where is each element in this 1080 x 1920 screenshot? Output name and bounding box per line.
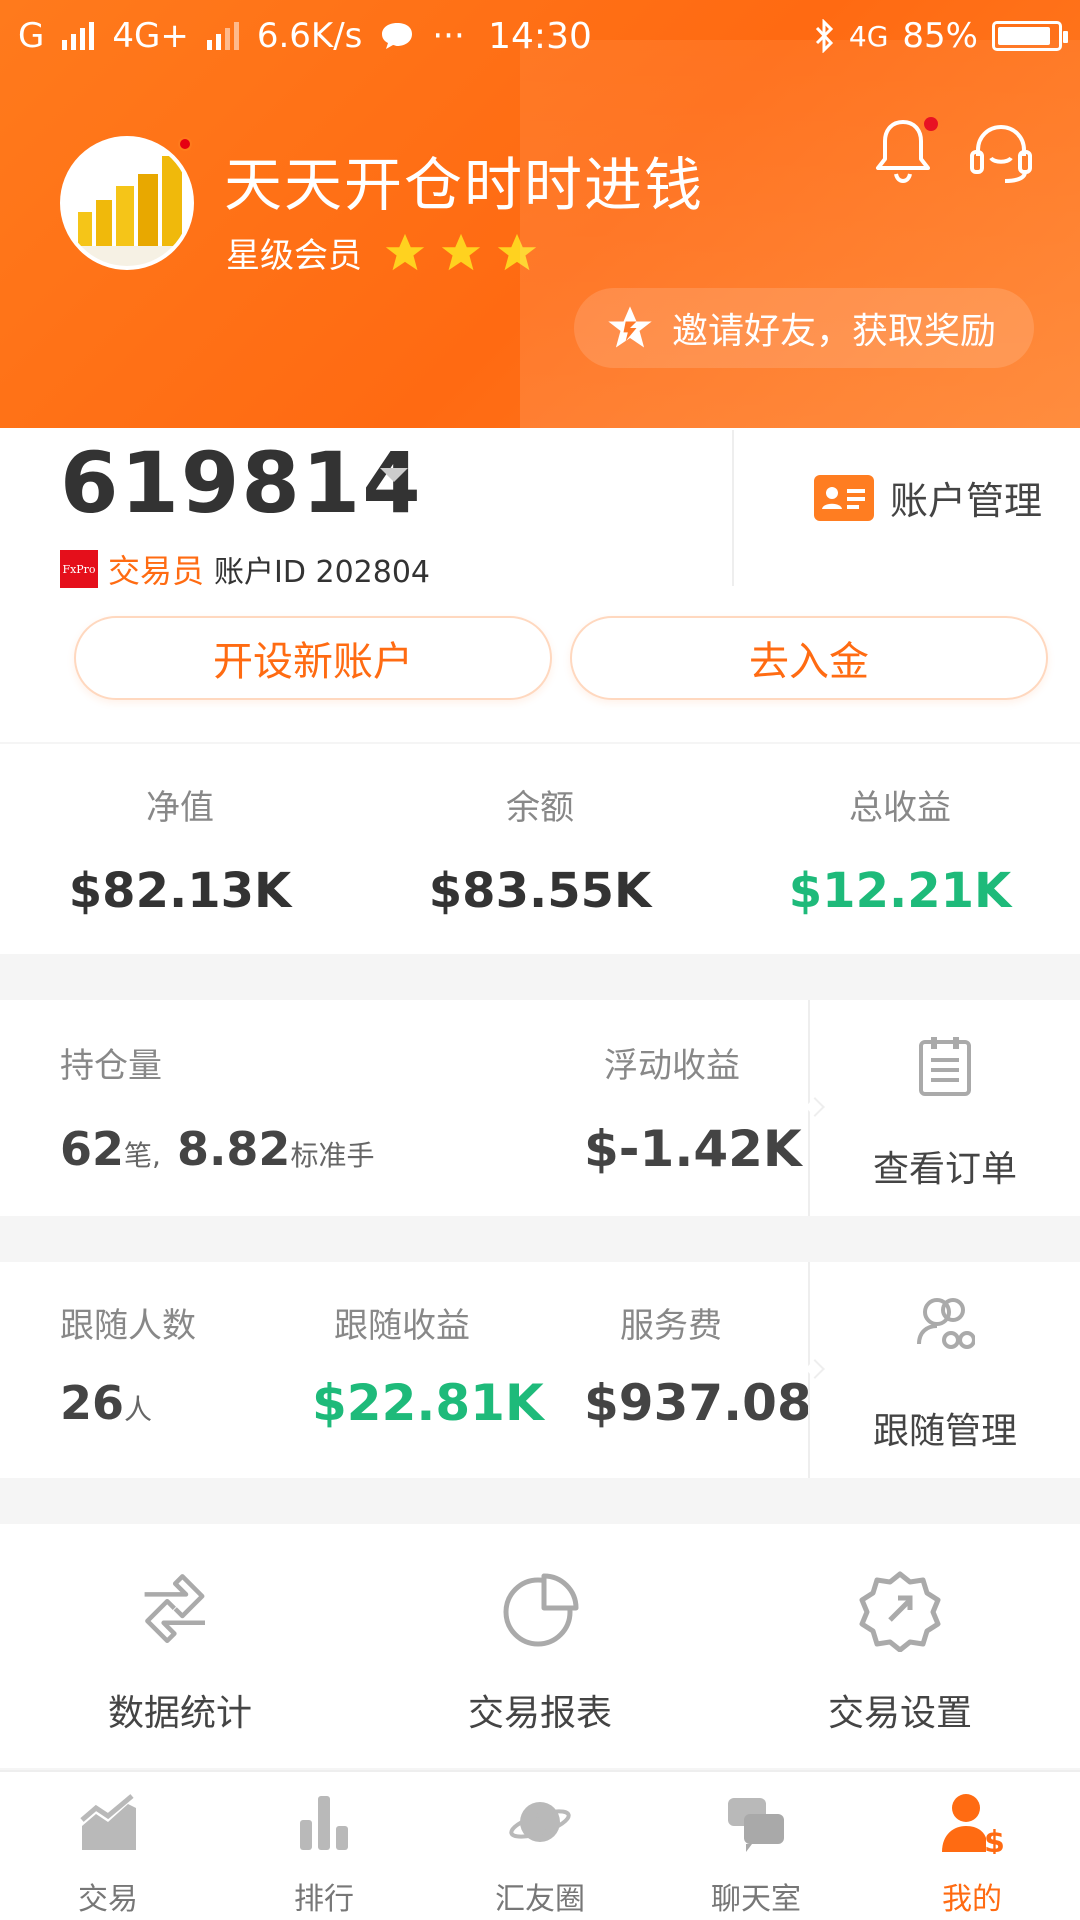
tab-community[interactable]: 汇友圈 (432, 1772, 648, 1920)
tab-label: 聊天室 (711, 1882, 801, 1917)
holding-count: 62 (60, 1122, 125, 1176)
follow-manage-label: 跟随管理 (872, 1411, 1017, 1452)
holding-lots-unit: 标准手 (290, 1139, 375, 1172)
account-info-row: FxPro 交易员 账户ID 202804 (60, 546, 430, 592)
account-divider (732, 430, 734, 586)
tab-label: 交易 (78, 1882, 138, 1917)
account-manage-button[interactable]: 账户管理 (814, 470, 1042, 525)
profile-header: G 4G+ 6.6K/s ··· 14:30 4G 85% 天天开仓时时进钱 星… (0, 0, 1080, 428)
battery-icon (992, 21, 1068, 51)
gold-bars-avatar-image (64, 140, 190, 266)
nickname: 天天开仓时时进钱 (224, 151, 705, 219)
tab-label: 排行 (294, 1882, 354, 1917)
floating-profit-value: $-1.42K (584, 1120, 802, 1178)
bottom-tab-bar: 交易 排行 汇友圈 聊天室 $ 我的 (0, 1770, 1080, 1920)
tab-label: 我的 (942, 1882, 1002, 1917)
id-card-icon (814, 474, 874, 521)
account-number[interactable]: 619814 (60, 434, 423, 532)
chat-bubbles-icon (728, 1798, 784, 1852)
avatar-notification-dot (178, 137, 192, 151)
invite-label: 邀请好友，获取奖励 (672, 311, 997, 352)
open-new-account-button[interactable]: 开设新账户 (74, 616, 552, 700)
tab-mine[interactable]: $ 我的 (864, 1772, 1080, 1920)
stat-label: 余额 (506, 788, 574, 828)
bell-notification-dot (924, 117, 938, 131)
holding-value: 62笔, 8.82标准手 (60, 1122, 374, 1176)
member-stars (382, 230, 540, 276)
member-level-row: 星级会员 (226, 228, 540, 277)
stat-equity: 净值 $82.13K (0, 744, 360, 919)
planet-icon (509, 1802, 571, 1842)
data-statistics-button[interactable]: 数据统计 (0, 1524, 360, 1768)
user-dollar-icon: $ (942, 1794, 1004, 1854)
customer-service-icon[interactable] (966, 118, 1036, 188)
floating-profit-label: 浮动收益 (604, 1046, 740, 1086)
positions-card: 持仓量 62笔, 8.82标准手 浮动收益 $-1.42K 查看订单 (0, 1000, 1080, 1216)
trade-settings-button[interactable]: 交易设置 (720, 1524, 1080, 1768)
service-fee-label: 服务费 (620, 1306, 722, 1346)
tab-ranking[interactable]: 排行 (216, 1772, 432, 1920)
star-icon (497, 233, 537, 270)
followers-icon (917, 1298, 975, 1349)
tab-trade[interactable]: 交易 (0, 1772, 216, 1920)
stat-balance: 余额 $83.55K (360, 744, 720, 919)
holding-label: 持仓量 (60, 1046, 162, 1086)
trade-report-button[interactable]: 交易报表 (360, 1524, 720, 1768)
service-fee-value: $937.08 (584, 1374, 812, 1432)
ranking-bars-icon (300, 1796, 348, 1850)
holding-lots: 8.82 (176, 1122, 291, 1176)
clipboard-icon (919, 1037, 971, 1096)
stat-value: $12.21K (788, 863, 1012, 919)
deposit-button[interactable]: 去入金 (570, 616, 1048, 700)
trade-settings-label: 交易设置 (827, 1693, 972, 1734)
stat-value: $82.13K (68, 863, 292, 919)
account-id: 账户ID 202804 (214, 555, 431, 590)
tab-label: 汇友圈 (495, 1882, 585, 1917)
account-manage-label: 账户管理 (890, 479, 1043, 523)
tools-grid: 数据统计 交易报表 交易设置 (0, 1524, 1080, 1768)
view-orders-button[interactable]: 查看订单 (810, 1000, 1080, 1216)
invite-star-icon (608, 306, 652, 348)
account-role: 交易员 (108, 552, 205, 590)
stat-value: $83.55K (428, 863, 652, 919)
account-stats: 净值 $82.13K 余额 $83.55K 总收益 $12.21K (0, 744, 1080, 954)
data-statistics-label: 数据统计 (107, 1693, 252, 1734)
tab-chatroom[interactable]: 聊天室 (648, 1772, 864, 1920)
star-icon (385, 233, 425, 270)
stat-total-profit: 总收益 $12.21K (720, 744, 1080, 919)
settings-gear-icon (859, 1571, 941, 1652)
followers-value: 26人 (60, 1376, 152, 1430)
trade-report-label: 交易报表 (467, 1693, 612, 1734)
follow-profit-value: $22.81K (312, 1374, 544, 1432)
follow-card: 跟随人数 26人 跟随收益 $22.81K 服务费 $937.08 跟随管理 (0, 1262, 1080, 1478)
follow-profit-label: 跟随收益 (334, 1306, 470, 1346)
transfer-arrows-icon (144, 1574, 206, 1644)
invite-friends-button[interactable]: 邀请好友，获取奖励 (574, 288, 1034, 368)
followers-label: 跟随人数 (60, 1306, 196, 1346)
follow-manage-button[interactable]: 跟随管理 (810, 1262, 1080, 1478)
pie-chart-icon (503, 1573, 579, 1647)
followers-unit: 人 (124, 1393, 153, 1426)
member-level-label: 星级会员 (226, 236, 362, 276)
holding-count-unit: 笔, (124, 1139, 161, 1172)
star-icon (441, 233, 481, 270)
view-orders-label: 查看订单 (872, 1149, 1017, 1190)
broker-logo: FxPro (60, 550, 98, 588)
status-bar: G 4G+ 6.6K/s ··· 14:30 4G 85% (0, 0, 1080, 72)
stat-label: 总收益 (849, 788, 951, 828)
clock: 14:30 (488, 15, 592, 57)
account-dropdown-icon[interactable] (380, 468, 408, 482)
avatar[interactable] (60, 136, 194, 270)
svg-text:$: $ (984, 1825, 1004, 1854)
stat-label: 净值 (146, 788, 214, 828)
trade-chart-icon (80, 1794, 136, 1850)
followers-count: 26 (60, 1376, 125, 1430)
